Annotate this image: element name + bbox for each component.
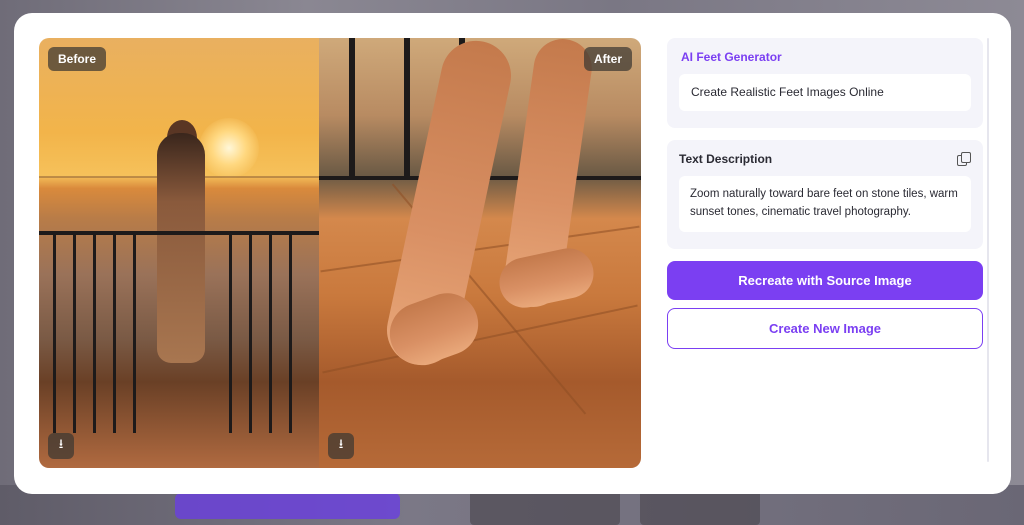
railing-post <box>269 233 272 433</box>
railing-post <box>349 38 355 178</box>
settings-panel: AI Feet Generator Create Realistic Feet … <box>667 38 983 349</box>
railing-post <box>249 233 252 433</box>
description-card: Text Description Zoom naturally toward b… <box>667 140 983 249</box>
railing-post <box>289 233 292 433</box>
background-thumbnail <box>470 489 620 525</box>
download-before-button[interactable]: ⭳ <box>48 433 74 459</box>
generator-title: AI Feet Generator <box>681 50 782 64</box>
railing-post <box>113 233 116 433</box>
download-after-button[interactable]: ⭳ <box>328 433 354 459</box>
description-header: Text Description <box>679 152 971 166</box>
after-image <box>319 38 641 468</box>
after-label: After <box>583 47 632 71</box>
railing-post <box>73 233 76 433</box>
recreate-with-source-button[interactable]: Recreate with Source Image <box>667 261 983 300</box>
before-image <box>39 38 319 468</box>
background-thumbnail <box>640 489 760 525</box>
background-button-blur <box>175 493 400 519</box>
railing-post <box>93 233 96 433</box>
generator-headline: Create Realistic Feet Images Online <box>679 74 971 111</box>
generator-card: AI Feet Generator Create Realistic Feet … <box>667 38 983 128</box>
before-label: Before <box>48 47 107 71</box>
description-text: Zoom naturally toward bare feet on stone… <box>679 176 971 232</box>
railing-post <box>404 38 410 178</box>
download-icon: ⭳ <box>58 436 64 451</box>
download-icon: ⭳ <box>338 436 344 451</box>
tile-joint <box>322 304 638 374</box>
image-result-modal: Before After ⭳ ⭳ AI Feet Generator Creat… <box>14 13 1011 494</box>
before-after-comparison: Before After ⭳ ⭳ <box>39 38 641 468</box>
woman-figure <box>157 133 205 363</box>
railing-post <box>229 233 232 433</box>
railing-post <box>53 233 56 433</box>
description-title: Text Description <box>679 152 773 166</box>
sun-glow <box>199 118 259 178</box>
railing-post <box>133 233 136 433</box>
copy-icon[interactable] <box>957 152 971 166</box>
balcony-railing <box>39 231 319 235</box>
create-new-image-button[interactable]: Create New Image <box>667 308 983 349</box>
panel-scrollbar[interactable] <box>987 38 989 462</box>
